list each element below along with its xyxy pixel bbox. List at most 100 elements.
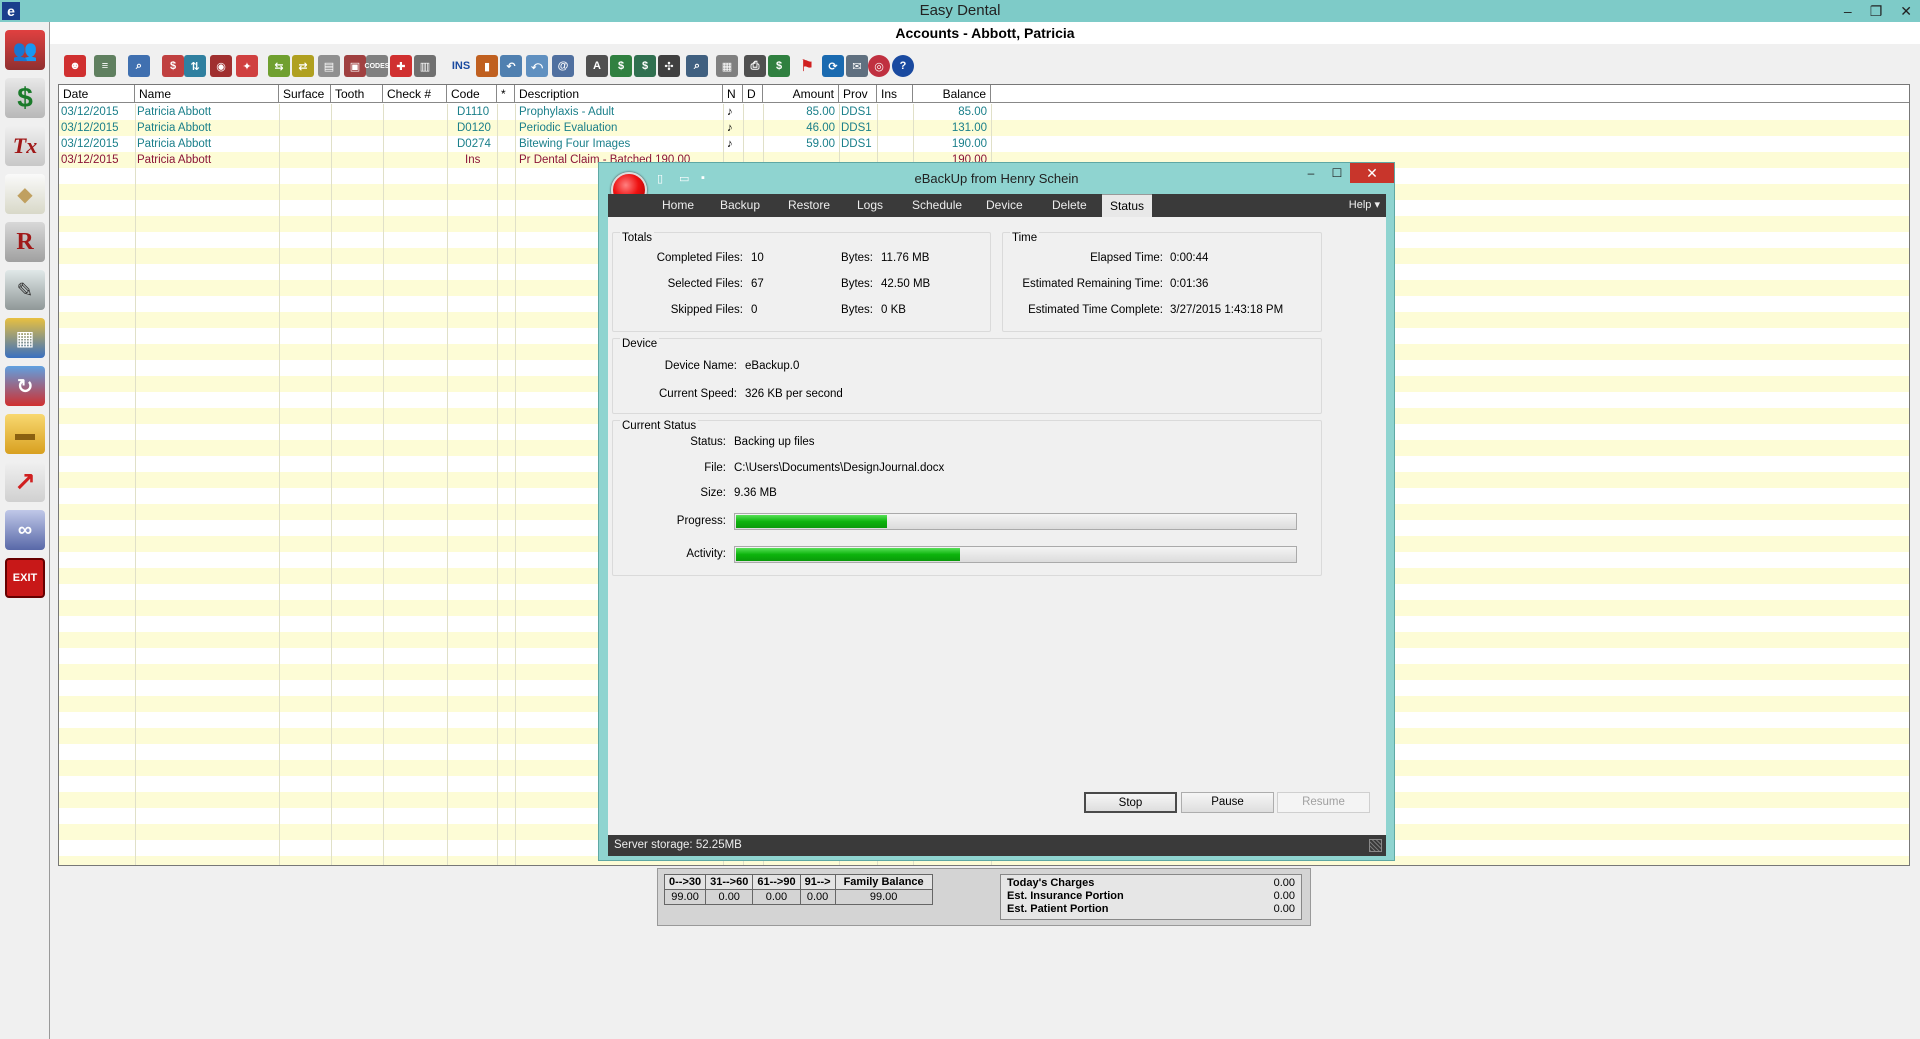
save-icon[interactable]: ▪ xyxy=(701,172,715,185)
column-divider xyxy=(447,104,448,865)
mail-icon[interactable]: ✉ xyxy=(846,55,868,77)
folder-icon[interactable]: ▬ xyxy=(5,414,45,454)
move-icon[interactable]: ⇄ xyxy=(292,55,314,77)
ribbon-icon[interactable]: ∞ xyxy=(5,510,45,550)
row-prov: DDS1 xyxy=(841,122,872,134)
col-prov[interactable]: Prov xyxy=(839,85,877,103)
col-star[interactable]: * xyxy=(497,85,515,103)
accounts-toolbar: ☻ ≡ ⌕ $ ⇅ ◉ ✦ ⇆ ⇄ ▤ ▣ CODES ✚ ▥ INS ▮ ↶ … xyxy=(56,52,1856,82)
col-d[interactable]: D xyxy=(743,85,763,103)
col-date[interactable]: Date xyxy=(59,85,135,103)
table-row[interactable]: 03/12/2015 Patricia Abbott D0274 Bitewin… xyxy=(59,136,1909,152)
file-label: File: xyxy=(704,462,726,474)
zoom-icon[interactable]: ⌕ xyxy=(686,55,708,77)
aging-0-30-value: 99.00 xyxy=(663,889,707,905)
table-row[interactable]: 03/12/2015 Patricia Abbott D1110 Prophyl… xyxy=(59,104,1909,120)
insurance-icon[interactable]: INS xyxy=(448,55,474,77)
col-n[interactable]: N xyxy=(723,85,743,103)
elapsed-time-value: 0:00:44 xyxy=(1170,252,1209,264)
tooth-icon[interactable]: ◆ xyxy=(5,174,45,214)
tools-icon[interactable]: ✣ xyxy=(658,55,680,77)
transfer-icon[interactable]: ⇅ xyxy=(184,55,206,77)
dialog-maximize-button[interactable]: ☐ xyxy=(1324,163,1350,183)
adjustment-icon[interactable]: ✦ xyxy=(236,55,258,77)
family-icon[interactable]: 👥 xyxy=(5,30,45,70)
globe-icon[interactable]: ◎ xyxy=(868,55,890,77)
reply-icon[interactable]: ⤺ xyxy=(526,55,548,77)
open-folder-icon[interactable]: ▭ xyxy=(679,172,693,185)
close-button[interactable]: ✕ xyxy=(1900,3,1912,20)
statement-icon[interactable]: $ xyxy=(610,55,632,77)
resume-button[interactable]: Resume xyxy=(1277,792,1370,813)
search-icon[interactable]: ⌕ xyxy=(128,55,150,77)
email-icon[interactable]: @ xyxy=(552,55,574,77)
column-divider xyxy=(383,104,384,865)
find-icon[interactable]: ◉ xyxy=(210,55,232,77)
tab-status[interactable]: Status xyxy=(1102,194,1153,217)
trend-arrow-icon[interactable]: ↗ xyxy=(5,462,45,502)
clipboard-icon[interactable]: ▥ xyxy=(414,55,436,77)
stop-button[interactable]: Stop xyxy=(1084,792,1177,813)
charges-summary: Today's Charges 0.00 Est. Insurance Porti… xyxy=(1000,874,1302,920)
col-code[interactable]: Code xyxy=(447,85,497,103)
flag-icon[interactable]: ⚑ xyxy=(796,55,818,77)
enter-payment-icon[interactable]: $ xyxy=(162,55,184,77)
minimize-button[interactable]: – xyxy=(1844,3,1852,19)
codes-icon[interactable]: CODES xyxy=(365,55,389,77)
treatment-icon[interactable]: Tx xyxy=(5,126,45,166)
row-description: Bitewing Four Images xyxy=(519,138,631,150)
billing-icon[interactable]: $ xyxy=(634,55,656,77)
row-code: D0120 xyxy=(457,122,491,134)
print-icon[interactable]: ⎙ xyxy=(744,55,766,77)
tab-restore[interactable]: Restore xyxy=(780,194,838,217)
pause-button[interactable]: Pause xyxy=(1181,792,1274,813)
pen-refresh-icon[interactable]: ↻ xyxy=(5,366,45,406)
totals-group: Totals Completed Files: 10 Selected File… xyxy=(612,232,991,332)
col-balance[interactable]: Balance xyxy=(913,85,991,103)
resize-grip-icon[interactable] xyxy=(1369,839,1382,852)
dollar-icon[interactable]: $ xyxy=(5,78,45,118)
tab-schedule[interactable]: Schedule xyxy=(904,194,970,217)
split-icon[interactable]: ⇆ xyxy=(268,55,290,77)
claim-icon[interactable]: ▣ xyxy=(344,55,366,77)
money-icon[interactable]: $ xyxy=(768,55,790,77)
col-surface[interactable]: Surface xyxy=(279,85,331,103)
calendar-icon[interactable]: ▦ xyxy=(716,55,738,77)
notes-icon[interactable]: ✎ xyxy=(5,270,45,310)
completed-files-value: 10 xyxy=(751,252,764,264)
undo-icon[interactable]: ↶ xyxy=(500,55,522,77)
col-amount[interactable]: Amount xyxy=(763,85,839,103)
activity-bar xyxy=(734,546,1297,563)
col-ins[interactable]: Ins xyxy=(877,85,913,103)
tab-device[interactable]: Device xyxy=(978,194,1031,217)
help-icon[interactable]: ? xyxy=(892,55,914,77)
aging-91-header: 91--> xyxy=(799,874,836,890)
table-row[interactable]: 03/12/2015 Patricia Abbott D0120 Periodi… xyxy=(59,120,1909,136)
col-name[interactable]: Name xyxy=(135,85,279,103)
help-menu[interactable]: Help ▾ xyxy=(1349,194,1380,217)
exit-icon[interactable]: EXIT xyxy=(5,558,45,598)
tab-delete[interactable]: Delete xyxy=(1044,194,1095,217)
skipped-files-label: Skipped Files: xyxy=(670,304,743,316)
tab-home[interactable]: Home xyxy=(654,194,702,217)
dialog-minimize-button[interactable]: – xyxy=(1298,163,1324,183)
patient-icon[interactable]: ☻ xyxy=(64,55,86,77)
graph-icon[interactable]: ▮ xyxy=(476,55,498,77)
aging-table: 0-->30 31-->60 61-->90 91--> Family Bala… xyxy=(663,874,933,905)
dialog-close-button[interactable]: ✕ xyxy=(1350,163,1394,183)
tab-logs[interactable]: Logs xyxy=(849,194,891,217)
calculator-icon[interactable]: ▤ xyxy=(318,55,340,77)
new-icon[interactable]: ▯ xyxy=(657,172,671,185)
ledger-icon[interactable]: ≡ xyxy=(94,55,116,77)
refresh-icon[interactable]: ⟳ xyxy=(822,55,844,77)
skipped-bytes-value: 0 KB xyxy=(881,304,906,316)
charts-icon[interactable]: ▦ xyxy=(5,318,45,358)
prescription-icon[interactable]: R xyxy=(5,222,45,262)
tab-backup[interactable]: Backup xyxy=(712,194,768,217)
medical-icon[interactable]: ✚ xyxy=(390,55,412,77)
text-icon[interactable]: A xyxy=(586,55,608,77)
restore-button[interactable]: ❐ xyxy=(1870,3,1883,20)
col-tooth[interactable]: Tooth xyxy=(331,85,383,103)
col-check[interactable]: Check # xyxy=(383,85,447,103)
col-description[interactable]: Description xyxy=(515,85,723,103)
